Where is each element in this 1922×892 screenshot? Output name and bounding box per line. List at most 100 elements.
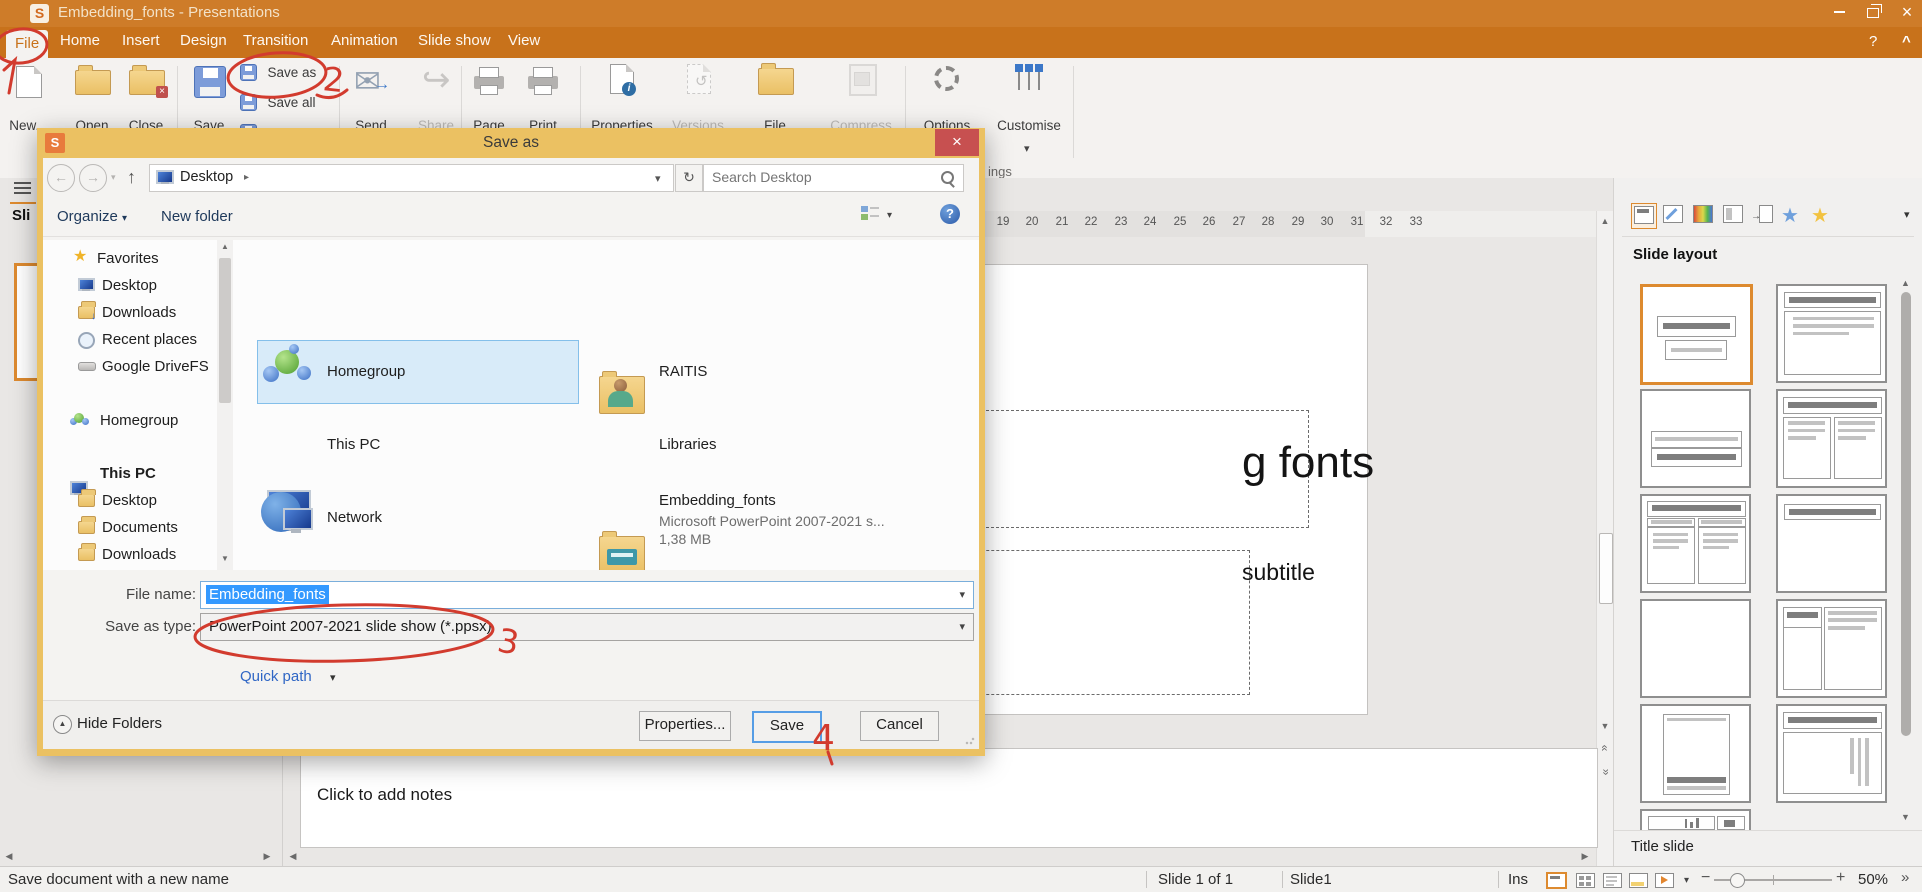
minimize-button[interactable]: [1826, 0, 1852, 26]
save-button-ribbon[interactable]: [194, 66, 226, 98]
sidebar-dropdown-icon[interactable]: ▾: [1904, 208, 1910, 221]
view-outline-button[interactable]: [1603, 873, 1622, 888]
close-doc-button[interactable]: ×: [129, 70, 165, 95]
layout-thumb-title-slide[interactable]: [1640, 284, 1753, 385]
tree-item-downloads[interactable]: Downloads: [102, 304, 176, 321]
address-bar[interactable]: Desktop ▸ ▾: [149, 164, 674, 192]
view-options-icon[interactable]: [861, 206, 879, 221]
layout-thumb-vertical-text[interactable]: [1776, 704, 1887, 803]
sidebar-tab-animation[interactable]: ★: [1781, 203, 1805, 227]
view-normal-button[interactable]: [1546, 872, 1567, 889]
tree-item-pc-downloads[interactable]: Downloads: [102, 546, 176, 563]
close-button[interactable]: ×: [1894, 0, 1920, 26]
zoom-out-icon[interactable]: −: [1701, 869, 1710, 887]
panel-menu-icon[interactable]: [14, 182, 31, 197]
dialog-cancel-button[interactable]: Cancel: [860, 711, 939, 741]
sidebar-tab-transition[interactable]: →: [1751, 203, 1775, 227]
customise-dropdown-icon[interactable]: ▾: [1024, 142, 1030, 155]
scroll-left-icon[interactable]: ◀: [286, 849, 300, 863]
layout-thumb-two-content[interactable]: [1776, 389, 1887, 488]
tree-item-documents[interactable]: Documents: [102, 519, 178, 536]
scroll-right-icon[interactable]: ▶: [1578, 849, 1592, 863]
print-button[interactable]: [528, 76, 558, 89]
dialog-help-icon[interactable]: ?: [940, 204, 960, 224]
layout-thumb-blank[interactable]: [1640, 599, 1751, 698]
view-sorter-button[interactable]: [1576, 873, 1595, 888]
save-as-button[interactable]: Save as: [240, 64, 316, 82]
slide-counter[interactable]: Slide 1 of 1: [1158, 871, 1233, 888]
tree-homegroup[interactable]: Homegroup: [100, 412, 178, 429]
layout-thumb-partial[interactable]: [1640, 809, 1751, 831]
search-input[interactable]: [710, 168, 934, 186]
address-dropdown-icon[interactable]: ▾: [655, 172, 661, 185]
scroll-up-icon[interactable]: ▲: [221, 242, 229, 251]
scroll-down-icon[interactable]: ▼: [1598, 718, 1612, 734]
view-dropdown-icon[interactable]: ▾: [887, 210, 892, 221]
menu-design[interactable]: Design: [180, 32, 227, 49]
view-dropdown-icon[interactable]: ▾: [1684, 875, 1689, 886]
statusbar-more-icon[interactable]: »: [1901, 869, 1909, 886]
file-libraries[interactable]: Libraries: [659, 436, 717, 453]
send-button[interactable]: ✉→: [354, 62, 381, 100]
sidebar-tab-design[interactable]: [1661, 203, 1685, 227]
tree-item-pc-desktop[interactable]: Desktop: [102, 492, 157, 509]
tree-this-pc[interactable]: This PC: [100, 465, 156, 482]
address-crumb[interactable]: Desktop: [180, 169, 233, 185]
scrollbar-thumb[interactable]: [1599, 533, 1613, 604]
dialog-properties-button[interactable]: Properties...: [639, 711, 731, 741]
up-button[interactable]: ↑: [127, 167, 136, 188]
scrollbar-thumb[interactable]: [1901, 292, 1911, 736]
tree-item-recent[interactable]: Recent places: [102, 331, 197, 348]
save-all-button[interactable]: Save all: [240, 94, 315, 112]
slides-tab[interactable]: Sli: [12, 207, 30, 224]
chevron-down-icon[interactable]: ▾: [959, 614, 965, 640]
scroll-right-icon[interactable]: ▶: [260, 849, 274, 863]
scrollbar-thumb[interactable]: [219, 258, 231, 403]
sidebar-tab-layout[interactable]: [1631, 203, 1657, 229]
recent-dropdown-icon[interactable]: ▾: [111, 172, 116, 183]
search-box[interactable]: [703, 164, 964, 192]
quick-path-dropdown-icon[interactable]: ▾: [330, 671, 336, 684]
file-name-value[interactable]: Embedding_fonts: [206, 585, 329, 604]
menu-view[interactable]: View: [508, 32, 540, 49]
forward-button[interactable]: →: [79, 164, 107, 192]
scroll-up-icon[interactable]: ▲: [1901, 278, 1910, 288]
tree-favorites[interactable]: Favorites: [97, 250, 159, 267]
layout-thumb-title-only[interactable]: [1776, 494, 1887, 593]
zoom-in-icon[interactable]: +: [1836, 869, 1845, 887]
view-slideshow-button[interactable]: [1655, 873, 1674, 888]
sidebar-tab-colors[interactable]: [1691, 203, 1715, 227]
file-embedding-fonts[interactable]: Embedding_fonts: [659, 492, 776, 509]
layout-thumb-content-vertical[interactable]: [1776, 599, 1887, 698]
menu-home[interactable]: Home: [60, 32, 100, 49]
resize-grip[interactable]: [965, 735, 975, 745]
scroll-up-icon[interactable]: ▲: [1598, 213, 1612, 229]
new-folder-button[interactable]: New folder: [161, 208, 233, 225]
sidebar-tab-master[interactable]: [1721, 203, 1745, 227]
layout-thumb-caption[interactable]: [1640, 389, 1751, 488]
page-setup-button[interactable]: [474, 76, 504, 89]
save-type-combo[interactable]: PowerPoint 2007-2021 slide show (*.ppsx)…: [200, 613, 974, 641]
notes-pane[interactable]: Click to add notes: [300, 748, 1598, 848]
view-notes-button[interactable]: [1629, 873, 1648, 888]
layout-thumb-portrait-title[interactable]: [1640, 704, 1751, 803]
tree-item-desktop[interactable]: Desktop: [102, 277, 157, 294]
zoom-level[interactable]: 50%: [1858, 871, 1888, 888]
crumb-arrow-icon[interactable]: ▸: [244, 172, 249, 183]
chevron-down-icon[interactable]: ▾: [959, 582, 965, 608]
layout-scrollbar[interactable]: ▲ ▼: [1899, 278, 1913, 830]
slide-vertical-scrollbar[interactable]: ▲ ▼ « «: [1596, 211, 1613, 866]
zoom-slider-knob[interactable]: [1730, 873, 1745, 888]
open-button[interactable]: [75, 70, 111, 95]
organize-button[interactable]: Organize ▾: [57, 208, 127, 225]
collapse-ribbon-icon[interactable]: ^: [1902, 33, 1911, 50]
layout-thumb-comparison[interactable]: [1640, 494, 1751, 593]
dialog-save-button[interactable]: Save: [752, 711, 822, 743]
customise-button[interactable]: [1014, 64, 1044, 90]
menu-animation[interactable]: Animation: [331, 32, 398, 49]
scroll-down-icon[interactable]: ▼: [221, 554, 229, 563]
notes-horizontal-scrollbar[interactable]: ◀ ▶: [286, 849, 1596, 864]
restore-button[interactable]: [1860, 0, 1886, 26]
previous-slide-icon[interactable]: «: [1597, 741, 1613, 755]
file-this-pc[interactable]: This PC: [327, 436, 380, 453]
